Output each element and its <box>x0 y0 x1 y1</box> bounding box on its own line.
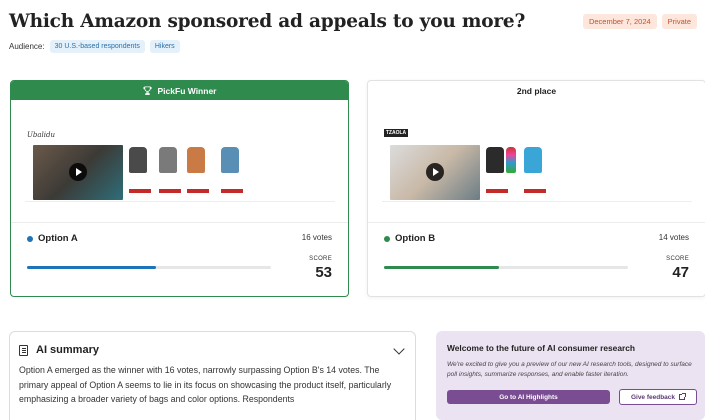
card-divider <box>11 222 348 223</box>
option-b-dot <box>384 235 390 242</box>
date-badge: December 7, 2024 <box>582 14 657 29</box>
option-b-score-label: SCORE <box>666 256 689 262</box>
option-b-name: Option B <box>395 233 436 244</box>
product-bag-black <box>486 147 504 173</box>
ai-summary-header[interactable]: AI summary <box>19 344 99 356</box>
option-b-score: 47 <box>672 264 689 281</box>
give-feedback-button[interactable]: Give feedback <box>619 389 697 405</box>
option-a-label: Option A <box>27 233 78 244</box>
winner-banner: PickFu Winner <box>11 81 348 100</box>
play-icon <box>69 163 87 181</box>
option-a-dot <box>27 235 33 242</box>
ad-shop-button <box>187 189 209 193</box>
ad-shop-button <box>221 189 243 193</box>
page-title: Which Amazon sponsored ad appeals to you… <box>9 11 526 32</box>
ad-bottom-edge <box>25 201 335 202</box>
header-badges: December 7, 2024 Private <box>582 14 697 29</box>
option-a-score-fill <box>27 266 157 269</box>
ad-video-thumbnail <box>33 145 123 200</box>
ad-brand-logo: Ubalidu <box>27 131 56 139</box>
product-bag-blue <box>221 147 239 173</box>
chevron-down-icon[interactable] <box>393 343 405 355</box>
audience-label: Audience: <box>9 42 45 51</box>
ai-promo-panel: Welcome to the future of AI consumer res… <box>436 331 705 420</box>
ad-brand-logo: TZAOLA <box>384 129 408 137</box>
give-feedback-label: Give feedback <box>630 393 676 401</box>
external-link-icon <box>679 393 687 400</box>
option-a-score-track <box>27 266 271 269</box>
ai-summary-panel: AI summary Option A emerged as the winne… <box>9 331 416 420</box>
option-a-score: 53 <box>315 264 332 281</box>
ai-summary-heading: AI summary <box>36 344 99 356</box>
product-bag-blue <box>524 147 542 173</box>
card-divider <box>368 222 705 223</box>
product-bag-orange <box>187 147 205 173</box>
second-place-banner: 2nd place <box>516 85 557 96</box>
option-b-score-track <box>384 266 628 269</box>
ad-shop-button <box>524 189 546 193</box>
option-b-ad-image[interactable]: TZAOLA <box>382 119 692 202</box>
promo-title: Welcome to the future of AI consumer res… <box>447 343 636 353</box>
option-a-name: Option A <box>38 233 78 244</box>
audience-chip-respondents[interactable]: 30 U.S.-based respondents <box>49 40 145 53</box>
product-bag-colors <box>506 147 516 173</box>
ai-summary-text: Option A emerged as the winner with 16 v… <box>19 365 392 404</box>
option-a-ad-image[interactable]: Ubalidu <box>25 119 335 202</box>
privacy-badge: Private <box>661 14 697 29</box>
option-a-card[interactable]: PickFu Winner Ubalidu Option A 16 votes … <box>10 80 349 297</box>
ad-shop-button <box>129 189 151 193</box>
play-icon <box>426 163 444 181</box>
ad-bottom-edge <box>382 201 692 202</box>
promo-description: We're excited to give you a preview of o… <box>447 361 692 378</box>
option-b-label: Option B <box>384 233 435 244</box>
option-a-votes: 16 votes <box>301 233 332 242</box>
document-icon <box>19 344 28 356</box>
ad-shop-button <box>486 189 508 193</box>
winner-banner-label: PickFu Winner <box>157 85 217 96</box>
product-bag-gray <box>159 147 177 173</box>
product-bag-black <box>129 147 147 173</box>
ad-shop-button <box>159 189 181 193</box>
option-b-card[interactable]: 2nd place TZAOLA Option B 14 votes SCORE… <box>367 80 705 297</box>
go-to-ai-highlights-button[interactable]: Go to AI Highlights <box>447 390 610 404</box>
option-b-score-fill <box>384 266 499 269</box>
audience-chip-hikers[interactable]: Hikers <box>149 40 180 53</box>
ad-video-thumbnail <box>390 145 480 200</box>
option-b-votes: 14 votes <box>658 233 689 242</box>
option-a-score-label: SCORE <box>309 256 332 262</box>
audience-row: Audience: 30 U.S.-based respondents Hike… <box>9 40 180 53</box>
trophy-icon <box>143 86 152 95</box>
